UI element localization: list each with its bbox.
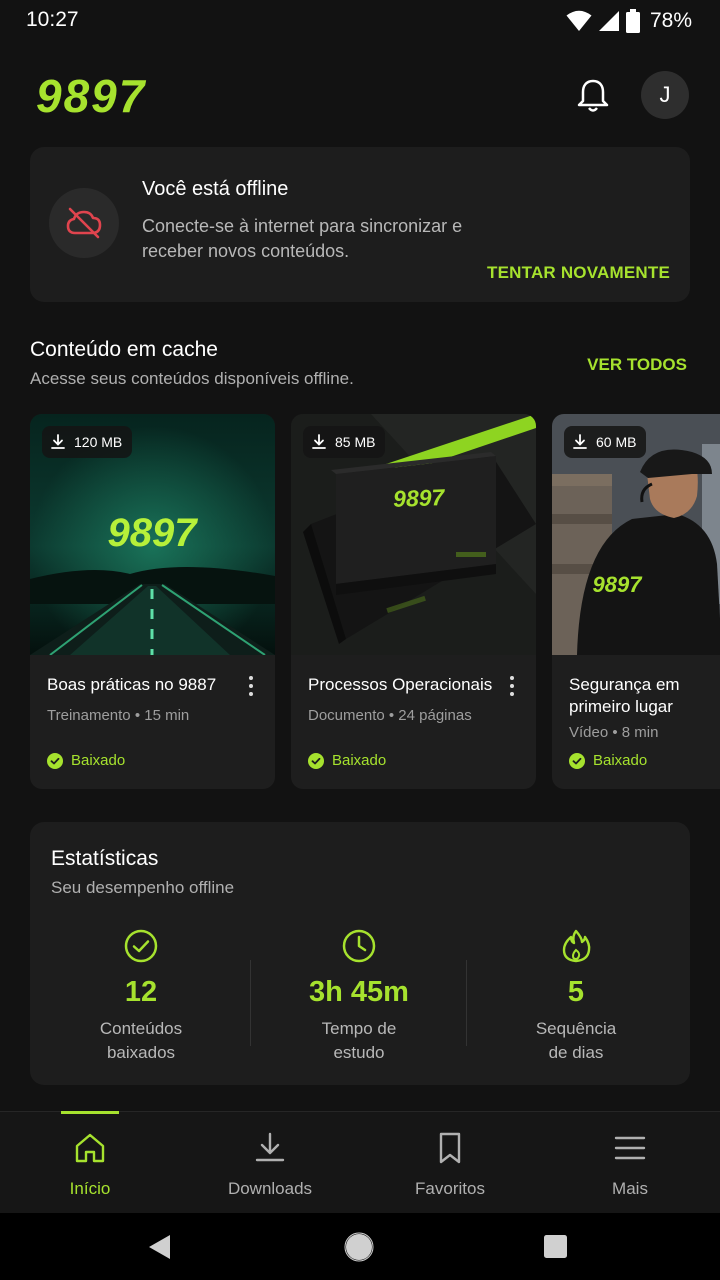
stat-label-line: Conteúdos: [99, 1019, 183, 1038]
download-icon: [51, 434, 65, 449]
avatar-initial: J: [659, 82, 671, 107]
home-circle-icon[interactable]: [344, 1232, 374, 1262]
avatar[interactable]: J: [641, 71, 689, 119]
download-status: Baixado: [569, 752, 647, 769]
back-icon[interactable]: [146, 1233, 172, 1261]
file-size-badge: 85 MB: [303, 426, 386, 458]
status-bar: 10:27 78%: [0, 0, 720, 44]
card-title: Boas práticas no 9887: [47, 675, 217, 694]
battery-percent: 78%: [649, 9, 692, 32]
bell-icon: [577, 79, 609, 112]
recents-icon[interactable]: [543, 1234, 568, 1259]
file-size-badge: 120 MB: [42, 426, 133, 458]
content-card[interactable]: 9897 85 MB Processos Operacionais Docume…: [291, 414, 536, 789]
stat-label-line: estudo: [333, 1043, 385, 1062]
retry-button[interactable]: TENTAR NOVAMENTE: [487, 263, 670, 283]
card-image-logo: 9897: [108, 511, 199, 555]
offline-banner: Você está offline Conecte-se à internet …: [30, 147, 690, 302]
file-size-text: 60 MB: [596, 434, 637, 450]
home-icon: [75, 1133, 105, 1163]
check-circle-icon: [308, 752, 324, 769]
download-status: Baixado: [308, 752, 386, 769]
stats-subtitle: Seu desempenho offline: [51, 878, 235, 897]
nav-active-indicator: [61, 1111, 119, 1114]
stat-streak: 5 Sequência de dias: [476, 928, 676, 1065]
status-time: 10:27: [26, 8, 79, 31]
cached-section-title: Conteúdo em cache: [30, 338, 218, 361]
file-size-badge: 60 MB: [564, 426, 647, 458]
more-options-icon[interactable]: [241, 674, 261, 698]
nav-label: Início: [69, 1179, 111, 1198]
notifications-button[interactable]: [574, 76, 612, 114]
clock-icon: [342, 929, 376, 963]
nav-item-home[interactable]: Início: [0, 1111, 180, 1214]
wifi-icon: [566, 10, 592, 31]
stat-label: Conteúdos baixados: [41, 1017, 241, 1065]
stat-label-line: Sequência: [535, 1019, 617, 1038]
stat-label: Sequência de dias: [476, 1017, 676, 1065]
stat-label: Tempo de estudo: [259, 1017, 459, 1065]
stat-value: 5: [567, 976, 585, 1008]
stats-title: Estatísticas: [51, 847, 159, 870]
app-logo: 9897: [36, 70, 212, 122]
stat-divider: [466, 960, 467, 1046]
download-status-text: Baixado: [71, 752, 126, 769]
cloud-off-icon: [66, 207, 102, 239]
download-status: Baixado: [47, 752, 125, 769]
card-title: Segurança em primeiro lugar: [569, 675, 680, 716]
stat-downloaded: 12 Conteúdos baixados: [41, 928, 241, 1065]
stat-label-line: baixados: [106, 1043, 176, 1062]
content-card[interactable]: 9897 60 MB Segurança em primeiro lugar V…: [552, 414, 720, 789]
bottom-navigation: Início Downloads Favoritos Mais: [0, 1111, 720, 1213]
download-icon: [255, 1132, 285, 1162]
stat-divider: [250, 960, 251, 1046]
stat-value: 3h 45m: [309, 976, 409, 1008]
download-status-text: Baixado: [332, 752, 387, 769]
app-screen: 10:27 78% 9897 J Você está offline Conec…: [0, 0, 720, 1280]
download-status-text: Baixado: [593, 752, 648, 769]
stat-study-time: 3h 45m Tempo de estudo: [259, 928, 459, 1065]
battery-icon: [625, 9, 640, 33]
system-navigation-bar: [0, 1213, 720, 1280]
menu-icon: [614, 1136, 646, 1160]
flame-icon: [562, 929, 591, 963]
check-circle-icon: [124, 929, 158, 963]
nav-label: Downloads: [227, 1179, 313, 1198]
card-image-logo: 9897: [593, 572, 644, 597]
card-image-logo: 9897: [393, 484, 446, 512]
see-all-button[interactable]: VER TODOS: [587, 355, 687, 375]
offline-icon-container: [49, 188, 119, 258]
stat-value: 12: [124, 976, 158, 1008]
file-size-text: 85 MB: [335, 434, 376, 450]
cached-section-subtitle: Acesse seus conteúdos disponíveis offlin…: [30, 369, 354, 388]
card-title: Processos Operacionais: [308, 675, 493, 694]
signal-icon: [598, 11, 619, 31]
content-card[interactable]: 9897 120 MB Boas práticas no 9887 Treina…: [30, 414, 275, 789]
check-circle-icon: [569, 752, 585, 769]
nav-item-downloads[interactable]: Downloads: [180, 1112, 360, 1214]
offline-title: Você está offline: [142, 178, 289, 200]
download-icon: [573, 434, 587, 449]
bookmark-icon: [439, 1132, 461, 1164]
nav-label: Favoritos: [415, 1179, 485, 1198]
stat-label-line: de dias: [548, 1043, 604, 1062]
card-meta: Documento • 24 páginas: [308, 707, 472, 724]
stats-card: Estatísticas Seu desempenho offline 12 C…: [30, 822, 690, 1085]
nav-label: Mais: [612, 1179, 648, 1198]
more-options-icon[interactable]: [502, 674, 522, 698]
nav-item-favorites[interactable]: Favoritos: [360, 1112, 540, 1214]
card-meta: Vídeo • 8 min: [569, 724, 659, 741]
stat-label-line: Tempo de: [321, 1019, 397, 1038]
logo-text: 9897: [36, 76, 147, 116]
check-circle-icon: [47, 752, 63, 769]
download-icon: [312, 434, 326, 449]
status-icons: 78%: [566, 8, 692, 34]
offline-description: Conecte-se à internet para sincronizar e…: [142, 216, 463, 261]
file-size-text: 120 MB: [74, 434, 123, 450]
card-meta: Treinamento • 15 min: [47, 707, 190, 724]
nav-item-more[interactable]: Mais: [540, 1112, 720, 1214]
